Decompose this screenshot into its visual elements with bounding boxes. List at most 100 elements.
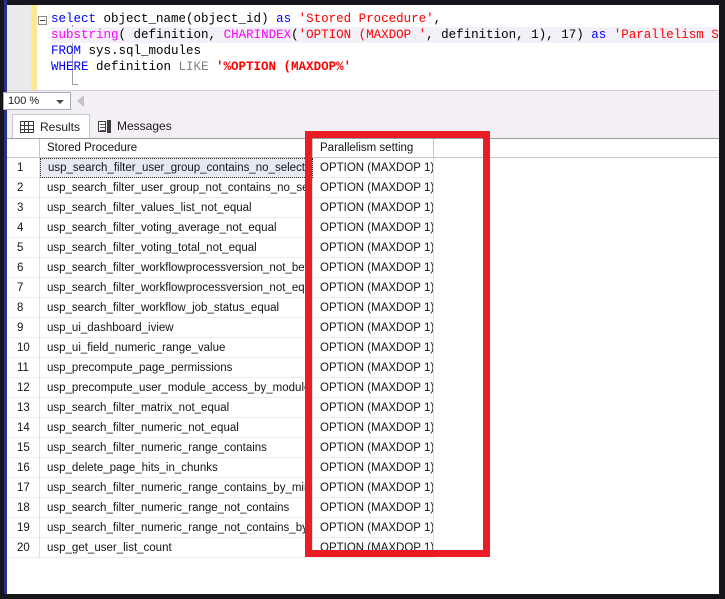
sql-token: definition — [133, 28, 209, 42]
cell-parallelism-setting[interactable]: OPTION (MAXDOP 1) — [313, 198, 434, 218]
cell-stored-procedure[interactable]: usp_get_user_list_count — [40, 538, 313, 558]
row-number-cell[interactable]: 3 — [7, 198, 40, 218]
table-row[interactable]: 19 usp_search_filter_numeric_range_not_co… — [7, 518, 719, 538]
column-header-parallelism-setting[interactable]: Parallelism setting — [313, 139, 434, 157]
cell-parallelism-setting[interactable]: OPTION (MAXDOP 1) — [313, 158, 434, 178]
row-number-cell[interactable]: 9 — [7, 318, 40, 338]
cell-stored-procedure[interactable]: usp_search_filter_numeric_range_not_cont… — [40, 518, 313, 538]
table-row[interactable]: 6 usp_search_filter_workflowprocessversio… — [7, 258, 719, 278]
row-number-cell[interactable]: 14 — [7, 418, 40, 438]
cell-parallelism-setting[interactable]: OPTION (MAXDOP 1) — [313, 258, 434, 278]
row-number-cell[interactable]: 19 — [7, 518, 40, 538]
sql-editor-pane[interactable]: select object_name(object_id) as 'Stored… — [7, 5, 719, 90]
table-row[interactable]: 12 usp_precompute_user_module_access_by_m… — [7, 378, 719, 398]
zoom-level-combobox[interactable]: 100 % — [3, 92, 71, 110]
cell-stored-procedure[interactable]: usp_ui_field_numeric_range_value — [40, 338, 313, 358]
cell-stored-procedure[interactable]: usp_precompute_page_permissions — [40, 358, 313, 378]
sql-code-line-4: WHERE definition LIKE '%OPTION (MAXDOP%' — [51, 59, 719, 75]
table-row[interactable]: 7 usp_search_filter_workflowprocessversio… — [7, 278, 719, 298]
row-number-cell[interactable]: 13 — [7, 398, 40, 418]
sql-code-text[interactable]: select object_name(object_id) as 'Stored… — [51, 11, 719, 75]
row-number-cell[interactable]: 10 — [7, 338, 40, 358]
cell-parallelism-setting[interactable]: OPTION (MAXDOP 1) — [313, 378, 434, 398]
row-number-cell[interactable]: 17 — [7, 478, 40, 498]
cell-parallelism-setting[interactable]: OPTION (MAXDOP 1) — [313, 538, 434, 558]
results-grid-scroll-area[interactable]: Stored Procedure Parallelism setting 1 usp_… — [7, 138, 719, 594]
table-row[interactable]: 5 usp_search_filter_voting_total_not_equa… — [7, 238, 719, 258]
cell-parallelism-setting[interactable]: OPTION (MAXDOP 1) — [313, 518, 434, 538]
table-row[interactable]: 2 usp_search_filter_user_group_not_contai… — [7, 178, 719, 198]
row-number-cell[interactable]: 8 — [7, 298, 40, 318]
grid-corner-cell[interactable] — [7, 139, 40, 157]
table-row[interactable]: 17 usp_search_filter_numeric_range_contai… — [7, 478, 719, 498]
cell-stored-procedure[interactable]: usp_search_filter_numeric_range_contains — [40, 438, 313, 458]
cell-stored-procedure[interactable]: usp_precompute_user_module_access_by_mod… — [40, 378, 313, 398]
cell-parallelism-setting[interactable]: OPTION (MAXDOP 1) — [313, 358, 434, 378]
table-row[interactable]: 18 usp_search_filter_numeric_range_not_co… — [7, 498, 719, 518]
cell-stored-procedure[interactable]: usp_search_filter_workflowprocessversion… — [40, 258, 313, 278]
table-row[interactable]: 14 usp_search_filter_numeric_not_equal OPT… — [7, 418, 719, 438]
cell-parallelism-setting[interactable]: OPTION (MAXDOP 1) — [313, 438, 434, 458]
chevron-down-icon[interactable] — [56, 100, 64, 104]
cell-parallelism-setting[interactable]: OPTION (MAXDOP 1) — [313, 418, 434, 438]
cell-stored-procedure[interactable]: usp_search_filter_workflowprocessversion… — [40, 278, 313, 298]
cell-stored-procedure[interactable]: usp_search_filter_values_list_not_equal — [40, 198, 313, 218]
message-list-icon — [98, 119, 111, 133]
cell-parallelism-setting[interactable]: OPTION (MAXDOP 1) — [313, 338, 434, 358]
cell-parallelism-setting[interactable]: OPTION (MAXDOP 1) — [313, 278, 434, 298]
sql-token: , — [516, 28, 532, 42]
tab-results[interactable]: Results — [12, 114, 91, 138]
row-number-cell[interactable]: 6 — [7, 258, 40, 278]
cell-parallelism-setting[interactable]: OPTION (MAXDOP 1) — [313, 478, 434, 498]
row-number-cell[interactable]: 15 — [7, 438, 40, 458]
table-row[interactable]: 11 usp_precompute_page_permissions OPTION … — [7, 358, 719, 378]
cell-parallelism-setting[interactable]: OPTION (MAXDOP 1) — [313, 458, 434, 478]
cell-stored-procedure[interactable]: usp_search_filter_numeric_not_equal — [40, 418, 313, 438]
table-row[interactable]: 13 usp_search_filter_matrix_not_equal OPTI… — [7, 398, 719, 418]
cell-parallelism-setting[interactable]: OPTION (MAXDOP 1) — [313, 318, 434, 338]
cell-stored-procedure[interactable]: usp_search_filter_user_group_not_contain… — [40, 178, 313, 198]
cell-stored-procedure[interactable]: usp_search_filter_user_group_contains_no… — [40, 158, 313, 178]
cell-stored-procedure[interactable]: usp_search_filter_workflow_job_status_eq… — [40, 298, 313, 318]
tab-messages[interactable]: Messages — [91, 114, 181, 138]
row-number-cell[interactable]: 4 — [7, 218, 40, 238]
cell-stored-procedure[interactable]: usp_ui_dashboard_iview — [40, 318, 313, 338]
cell-stored-procedure[interactable]: usp_delete_page_hits_in_chunks — [40, 458, 313, 478]
table-row[interactable]: 20 usp_get_user_list_count OPTION (MAXDOP … — [7, 538, 719, 558]
sql-token: definition — [96, 60, 179, 74]
sql-token: , — [208, 28, 224, 42]
triangle-left-icon[interactable] — [77, 95, 84, 107]
cell-stored-procedure[interactable]: usp_search_filter_matrix_not_equal — [40, 398, 313, 418]
row-number-cell[interactable]: 12 — [7, 378, 40, 398]
row-number-cell[interactable]: 16 — [7, 458, 40, 478]
row-number-cell[interactable]: 7 — [7, 278, 40, 298]
cell-parallelism-setting[interactable]: OPTION (MAXDOP 1) — [313, 398, 434, 418]
cell-stored-procedure[interactable]: usp_search_filter_voting_average_not_equ… — [40, 218, 313, 238]
table-row[interactable]: 15 usp_search_filter_numeric_range_contai… — [7, 438, 719, 458]
table-row[interactable]: 8 usp_search_filter_workflow_job_status_e… — [7, 298, 719, 318]
table-row[interactable]: 1 usp_search_filter_user_group_contains_n… — [7, 158, 719, 178]
cell-stored-procedure[interactable]: usp_search_filter_numeric_range_contains… — [40, 478, 313, 498]
cell-stored-procedure[interactable]: usp_search_filter_numeric_range_not_cont… — [40, 498, 313, 518]
table-row[interactable]: 9 usp_ui_dashboard_iview OPTION (MAXDOP 1) — [7, 318, 719, 338]
cell-parallelism-setting[interactable]: OPTION (MAXDOP 1) — [313, 498, 434, 518]
table-row[interactable]: 16 usp_delete_page_hits_in_chunks OPTION (… — [7, 458, 719, 478]
row-number-cell[interactable]: 11 — [7, 358, 40, 378]
table-row[interactable]: 4 usp_search_filter_voting_average_not_eq… — [7, 218, 719, 238]
row-number-cell[interactable]: 1 — [7, 158, 40, 178]
collapse-minus-icon[interactable] — [38, 16, 47, 25]
column-header-stored-procedure[interactable]: Stored Procedure — [40, 139, 313, 157]
cell-stored-procedure[interactable]: usp_search_filter_voting_total_not_equal — [40, 238, 313, 258]
cell-parallelism-setting[interactable]: OPTION (MAXDOP 1) — [313, 238, 434, 258]
cell-parallelism-setting[interactable]: OPTION (MAXDOP 1) — [313, 178, 434, 198]
row-number-cell[interactable]: 5 — [7, 238, 40, 258]
cell-parallelism-setting[interactable]: OPTION (MAXDOP 1) — [313, 298, 434, 318]
row-number-cell[interactable]: 18 — [7, 498, 40, 518]
table-row[interactable]: 10 usp_ui_field_numeric_range_value OPTION… — [7, 338, 719, 358]
row-number-cell[interactable]: 20 — [7, 538, 40, 558]
row-number-cell[interactable]: 2 — [7, 178, 40, 198]
table-row[interactable]: 3 usp_search_filter_values_list_not_equal… — [7, 198, 719, 218]
cell-parallelism-setting[interactable]: OPTION (MAXDOP 1) — [313, 218, 434, 238]
editor-line-number-gutter — [7, 5, 31, 90]
sql-token: sys.sql_modules — [88, 44, 202, 58]
